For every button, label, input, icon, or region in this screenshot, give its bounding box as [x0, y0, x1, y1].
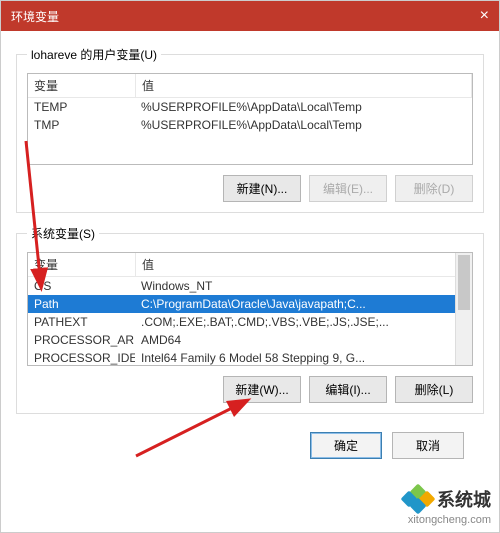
new-sys-var-button[interactable]: 新建(W)... [223, 376, 301, 403]
table-row[interactable]: Path C:\ProgramData\Oracle\Java\javapath… [28, 295, 472, 313]
cancel-button[interactable]: 取消 [392, 432, 464, 459]
user-variables-legend: lohareve 的用户变量(U) [27, 46, 161, 63]
watermark: 系统城 xitongcheng.com [403, 486, 491, 526]
watermark-url: xitongcheng.com [403, 514, 491, 526]
table-row[interactable]: PATHEXT .COM;.EXE;.BAT;.CMD;.VBS;.VBE;.J… [28, 313, 472, 331]
system-variables-group: 系统变量(S) 变量 值 OS Windows_NT Path C:\Progr… [16, 225, 484, 414]
scrollbar[interactable] [455, 253, 472, 365]
titlebar: 环境变量 × [1, 1, 499, 31]
ok-button[interactable]: 确定 [310, 432, 382, 459]
logo-icon [403, 486, 433, 512]
delete-user-var-button[interactable]: 删除(D) [395, 175, 473, 202]
dialog-buttons: 确定 取消 [16, 426, 484, 459]
delete-sys-var-button[interactable]: 删除(L) [395, 376, 473, 403]
new-user-var-button[interactable]: 新建(N)... [223, 175, 301, 202]
edit-sys-var-button[interactable]: 编辑(I)... [309, 376, 387, 403]
col-header-value: 值 [136, 74, 472, 97]
edit-user-var-button[interactable]: 编辑(E)... [309, 175, 387, 202]
col-header-name: 变量 [28, 74, 136, 97]
scrollbar-thumb[interactable] [458, 255, 470, 310]
table-row[interactable]: TMP %USERPROFILE%\AppData\Local\Temp [28, 116, 472, 134]
table-row[interactable]: PROCESSOR_IDE... Intel64 Family 6 Model … [28, 349, 472, 366]
table-header: 变量 值 [28, 74, 472, 98]
user-variables-group: lohareve 的用户变量(U) 变量 值 TEMP %USERPROFILE… [16, 46, 484, 213]
user-variables-table[interactable]: 变量 值 TEMP %USERPROFILE%\AppData\Local\Te… [27, 73, 473, 165]
user-buttons: 新建(N)... 编辑(E)... 删除(D) [27, 175, 473, 202]
col-header-name: 变量 [28, 253, 136, 276]
table-header: 变量 值 [28, 253, 472, 277]
system-variables-legend: 系统变量(S) [27, 225, 99, 242]
watermark-brand: 系统城 [437, 486, 491, 512]
system-buttons: 新建(W)... 编辑(I)... 删除(L) [27, 376, 473, 403]
watermark-logo: 系统城 [403, 486, 491, 512]
content-area: lohareve 的用户变量(U) 变量 值 TEMP %USERPROFILE… [1, 31, 499, 469]
table-row[interactable]: PROCESSOR_AR... AMD64 [28, 331, 472, 349]
table-row[interactable]: OS Windows_NT [28, 277, 472, 295]
col-header-value: 值 [136, 253, 472, 276]
table-row[interactable]: TEMP %USERPROFILE%\AppData\Local\Temp [28, 98, 472, 116]
close-icon[interactable]: × [449, 7, 489, 25]
window-title: 环境变量 [11, 8, 59, 25]
system-variables-table[interactable]: 变量 值 OS Windows_NT Path C:\ProgramData\O… [27, 252, 473, 366]
